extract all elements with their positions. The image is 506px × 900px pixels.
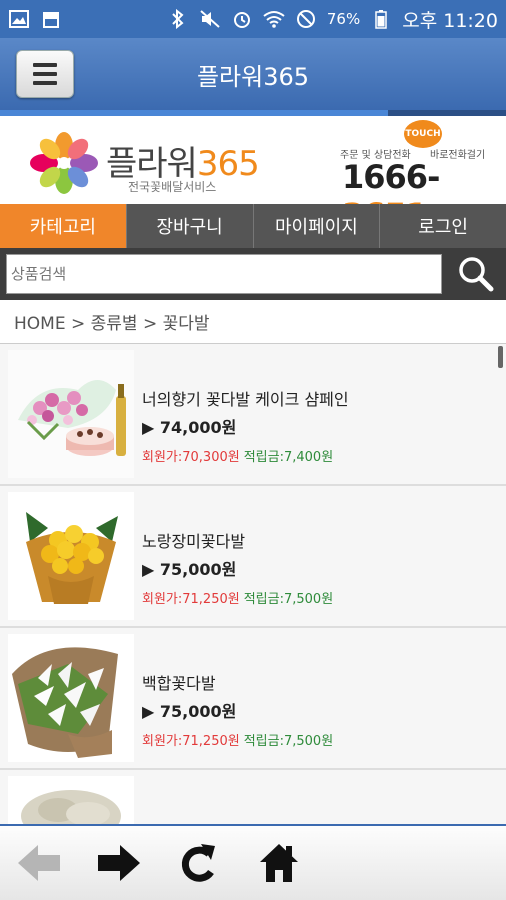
product-meta: 회원가:71,250원 적립금:7,500원 xyxy=(142,588,333,607)
tab-category[interactable]: 카테고리 xyxy=(0,204,127,248)
product-image-yellow-roses[interactable] xyxy=(8,492,134,620)
touch-badge[interactable]: TOUCH xyxy=(404,120,442,148)
product-price: ▶ 75,000원 xyxy=(142,702,237,721)
search-icon xyxy=(459,257,494,292)
flower-logo-icon[interactable] xyxy=(30,132,98,194)
points: 적립금:7,500원 xyxy=(243,592,334,607)
bluetooth-icon xyxy=(167,9,189,29)
product-image-babys-breath[interactable] xyxy=(8,776,134,824)
points: 적립금:7,500원 xyxy=(243,734,334,749)
refresh-icon xyxy=(181,844,215,882)
tab-login[interactable]: 로그인 xyxy=(380,204,506,248)
product-name[interactable]: 백합꽃다발 xyxy=(142,670,216,694)
menu-button[interactable] xyxy=(16,50,74,98)
list-item[interactable] xyxy=(0,770,506,824)
site-header: 플라워365 전국꽃배달서비스 TOUCH 주문 및 상담전화 바로전화걸기 1… xyxy=(0,116,506,234)
back-arrow-icon xyxy=(18,845,60,881)
home-icon xyxy=(260,844,298,882)
bottom-toolbar xyxy=(0,824,506,900)
scrollbar[interactable] xyxy=(498,346,503,368)
mute-icon xyxy=(199,9,221,29)
forward-button[interactable] xyxy=(94,840,144,886)
list-item[interactable]: 노랑장미꽃다발 ▶ 75,000원 회원가:71,250원 적립금:7,500원 xyxy=(0,486,506,628)
back-button[interactable] xyxy=(14,840,64,886)
product-list: 너의향기 꽃다발 케이크 샴페인 ▶ 74,000원 회원가:70,300원 적립… xyxy=(0,344,506,824)
product-price: ▶ 74,000원 xyxy=(142,418,237,437)
blocked-icon xyxy=(295,9,317,29)
app-title: 플라워365 xyxy=(196,62,310,91)
product-image-lily-bouquet[interactable] xyxy=(8,634,134,762)
store-icon xyxy=(40,9,62,29)
search-input[interactable] xyxy=(6,254,442,294)
product-meta: 회원가:70,300원 적립금:7,400원 xyxy=(142,446,333,465)
breadcrumb[interactable]: HOME > 종류별 > 꽃다발 xyxy=(0,300,506,344)
status-bar: 76% 오후 11:20 xyxy=(0,0,506,38)
product-price: ▶ 75,000원 xyxy=(142,560,237,579)
clock: 오후 11:20 xyxy=(402,9,498,32)
product-meta: 회원가:71,250원 적립금:7,500원 xyxy=(142,730,333,749)
wifi-icon xyxy=(263,9,285,29)
product-image-bouquet-cake[interactable] xyxy=(8,350,134,478)
nav-tabs: 카테고리 장바구니 마이페이지 로그인 xyxy=(0,204,506,248)
list-item[interactable]: 너의향기 꽃다발 케이크 샴페인 ▶ 74,000원 회원가:70,300원 적립… xyxy=(0,344,506,486)
search-bar xyxy=(0,248,506,300)
alarm-icon xyxy=(231,9,253,29)
forward-arrow-icon xyxy=(98,845,140,881)
points: 적립금:7,400원 xyxy=(243,450,334,465)
search-button[interactable] xyxy=(452,252,500,296)
gallery-icon xyxy=(8,9,30,29)
member-price: 회원가:71,250원 xyxy=(142,734,240,749)
member-price: 회원가:70,300원 xyxy=(142,450,240,465)
tab-cart[interactable]: 장바구니 xyxy=(127,204,254,248)
list-item[interactable]: 백합꽃다발 ▶ 75,000원 회원가:71,250원 적립금:7,500원 xyxy=(0,628,506,770)
app-bar: 플라워365 xyxy=(0,38,506,110)
member-price: 회원가:71,250원 xyxy=(142,592,240,607)
product-name[interactable]: 노랑장미꽃다발 xyxy=(142,528,245,552)
battery-icon xyxy=(370,9,392,29)
brand-tagline: 전국꽃배달서비스 xyxy=(128,180,217,194)
battery-percent: 76% xyxy=(326,10,361,28)
refresh-button[interactable] xyxy=(174,840,224,886)
product-name[interactable]: 너의향기 꽃다발 케이크 샴페인 xyxy=(142,386,349,410)
tab-mypage[interactable]: 마이페이지 xyxy=(254,204,381,248)
home-button[interactable] xyxy=(254,840,304,886)
